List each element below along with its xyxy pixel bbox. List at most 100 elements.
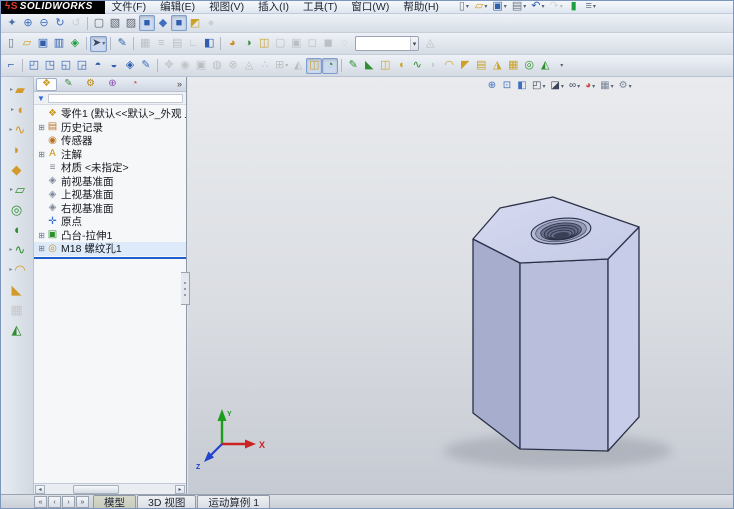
configurationmanager-tab[interactable]: ⚙: [80, 78, 101, 91]
extruded-boss-button[interactable]: ◫: [377, 58, 393, 74]
edit-sketch-button[interactable]: ✎: [345, 58, 361, 74]
redraw-button[interactable]: ✦: [4, 15, 20, 31]
extruded-cut-flyout-button[interactable]: ▸▱: [0, 179, 33, 199]
tree-filter-input[interactable]: [48, 94, 183, 103]
render-options-button[interactable]: ◼: [320, 36, 336, 52]
left-view-button[interactable]: ◱: [58, 58, 74, 74]
draft-button[interactable]: ◮: [489, 58, 505, 74]
zoom-to-area-button[interactable]: ⊡: [500, 79, 514, 93]
dropdown-arrow-icon[interactable]: ▾: [560, 3, 563, 10]
tree-item-annotations[interactable]: ⊞A注解: [34, 148, 186, 162]
dropdown-arrow-icon[interactable]: ▾: [577, 83, 580, 90]
flyout-arrow-icon[interactable]: ▸: [7, 266, 14, 273]
tree-item-boss-extrude1[interactable]: ⊞▣凸台-拉伸1: [34, 229, 186, 243]
menu-file[interactable]: 文件(F): [105, 0, 153, 14]
front-view-button[interactable]: ◰: [26, 58, 42, 74]
tab-scroll-last-button[interactable]: »: [76, 496, 89, 508]
revolved-boss-flyout-button[interactable]: ▸◖: [0, 99, 33, 119]
render-region-button[interactable]: ▣: [288, 36, 304, 52]
dropdown-arrow-icon[interactable]: ▾: [629, 83, 632, 90]
annotation-button[interactable]: ≡: [153, 36, 169, 52]
hidden-lines-visible-button[interactable]: ▧: [107, 15, 123, 31]
rotate-view-button[interactable]: ↻: [52, 15, 68, 31]
tab-scroll-back-button[interactable]: ‹: [48, 496, 61, 508]
appearances-button[interactable]: ◑: [240, 36, 256, 52]
fillet-button[interactable]: ◠: [441, 58, 457, 74]
chamfer-button[interactable]: ◤: [457, 58, 473, 74]
extruded-boss-flyout-button[interactable]: ▸▰: [0, 79, 33, 99]
tab-3d-views[interactable]: 3D 视图: [137, 495, 196, 509]
dimxpertmanager-tab[interactable]: ⊕: [102, 78, 123, 91]
menu-view[interactable]: 视图(V): [202, 0, 251, 14]
flyout-arrow-icon[interactable]: ▸: [8, 186, 15, 193]
tree-item-front-plane[interactable]: ◈前视基准面: [34, 175, 186, 189]
panel-splitter-handle[interactable]: [181, 272, 190, 305]
flyout-arrow-icon[interactable]: ▸: [8, 246, 15, 253]
shadows-in-shaded-mode-button[interactable]: ■: [171, 15, 187, 31]
model-face-left[interactable]: [473, 239, 520, 449]
menu-tools[interactable]: 工具(T): [296, 0, 344, 14]
menu-help[interactable]: 帮助(H): [396, 0, 446, 14]
rebuild-button[interactable]: ▮: [566, 0, 582, 15]
assembly-features-button[interactable]: ⊞▾: [273, 58, 290, 74]
redo-button[interactable]: ↷▾: [547, 0, 564, 15]
view-settings-button[interactable]: ⚙▾: [617, 79, 634, 93]
back-view-button[interactable]: ◳: [42, 58, 58, 74]
new-document-button[interactable]: ▯▾: [456, 0, 472, 15]
wireframe-button[interactable]: ▢: [91, 15, 107, 31]
dimension-button[interactable]: ∟: [185, 36, 201, 52]
rollback-bar[interactable]: [34, 257, 186, 259]
hole-wizard-button[interactable]: ◎: [521, 58, 537, 74]
flyout-arrow-icon[interactable]: ▸: [8, 86, 15, 93]
isolate-button[interactable]: ◫: [306, 58, 322, 74]
boundary-boss-button[interactable]: ◆: [0, 159, 33, 179]
print-button[interactable]: ▤▾: [510, 0, 528, 15]
featuremanager-tab[interactable]: ❖: [36, 78, 57, 91]
normal-to-button[interactable]: ✎: [138, 58, 154, 74]
view-settings-pie-button[interactable]: ◕: [224, 36, 240, 52]
menu-window[interactable]: 窗口(W): [344, 0, 396, 14]
save-all-button[interactable]: ▥: [51, 36, 67, 52]
panel-overflow-chevron-icon[interactable]: »: [177, 79, 184, 89]
dropdown-arrow-icon[interactable]: ▾: [611, 83, 614, 90]
interference-detection-button[interactable]: ∴: [257, 58, 273, 74]
scroll-left-button[interactable]: ◂: [35, 485, 45, 494]
configuration-combo[interactable]: ▾: [355, 36, 419, 51]
apply-scene-corner-button[interactable]: ⌐: [3, 58, 19, 74]
model-face-right[interactable]: [608, 227, 639, 451]
tree-expander-icon[interactable]: ⊞: [37, 244, 46, 253]
isometric-view-button[interactable]: ◈: [122, 58, 138, 74]
realview-graphics-button[interactable]: ◩: [187, 15, 203, 31]
dropdown-arrow-icon[interactable]: ▾: [593, 3, 596, 10]
3d-drawing-view-button[interactable]: ▦: [137, 36, 153, 52]
schedule-render-button[interactable]: ◌: [336, 36, 352, 52]
zoom-to-fit-button[interactable]: ⊕: [485, 79, 499, 93]
section-view-button[interactable]: ◧: [515, 79, 529, 93]
mirror-button[interactable]: ◭: [537, 58, 553, 74]
mate-button[interactable]: ◉: [177, 58, 193, 74]
swept-boss-button[interactable]: ∿: [409, 58, 425, 74]
dropdown-arrow-icon[interactable]: ▾: [523, 3, 526, 10]
open-document-button[interactable]: ▱▾: [473, 0, 489, 15]
shaded-with-edges-button[interactable]: ■: [139, 15, 155, 31]
edit-appearance-button[interactable]: ◕▾: [583, 79, 597, 93]
hidden-lines-removed-button[interactable]: ▨: [123, 15, 139, 31]
sketch-button[interactable]: ✎: [114, 36, 130, 52]
new-part-button[interactable]: ▯: [3, 36, 19, 52]
tree-item-origin[interactable]: ✛原点: [34, 215, 186, 229]
model-canvas[interactable]: X Y Z: [188, 77, 734, 494]
tree-item-history[interactable]: ⊞▤历史记录: [34, 121, 186, 135]
displaymanager-tab[interactable]: ◔: [124, 78, 145, 91]
top-view-button[interactable]: ◓: [90, 58, 106, 74]
swept-boss-flyout-button[interactable]: ▸∿: [0, 119, 33, 139]
rib-button[interactable]: ▤: [473, 58, 489, 74]
shell-button[interactable]: ▦: [505, 58, 521, 74]
publish-edrawings-button[interactable]: ◈: [67, 36, 83, 52]
dropdown-arrow-icon[interactable]: ▾: [466, 3, 469, 10]
exploded-view-button[interactable]: ◬: [241, 58, 257, 74]
graphics-viewport[interactable]: ⊕⊡◧◰▾◪▾∞▾◕▾▦▾⚙▾: [188, 77, 734, 494]
undo-button[interactable]: ↶▾: [529, 0, 546, 15]
render-button[interactable]: ▢: [272, 36, 288, 52]
save-document-button[interactable]: ▣: [35, 36, 51, 52]
rotate-component-button[interactable]: ◍: [209, 58, 225, 74]
